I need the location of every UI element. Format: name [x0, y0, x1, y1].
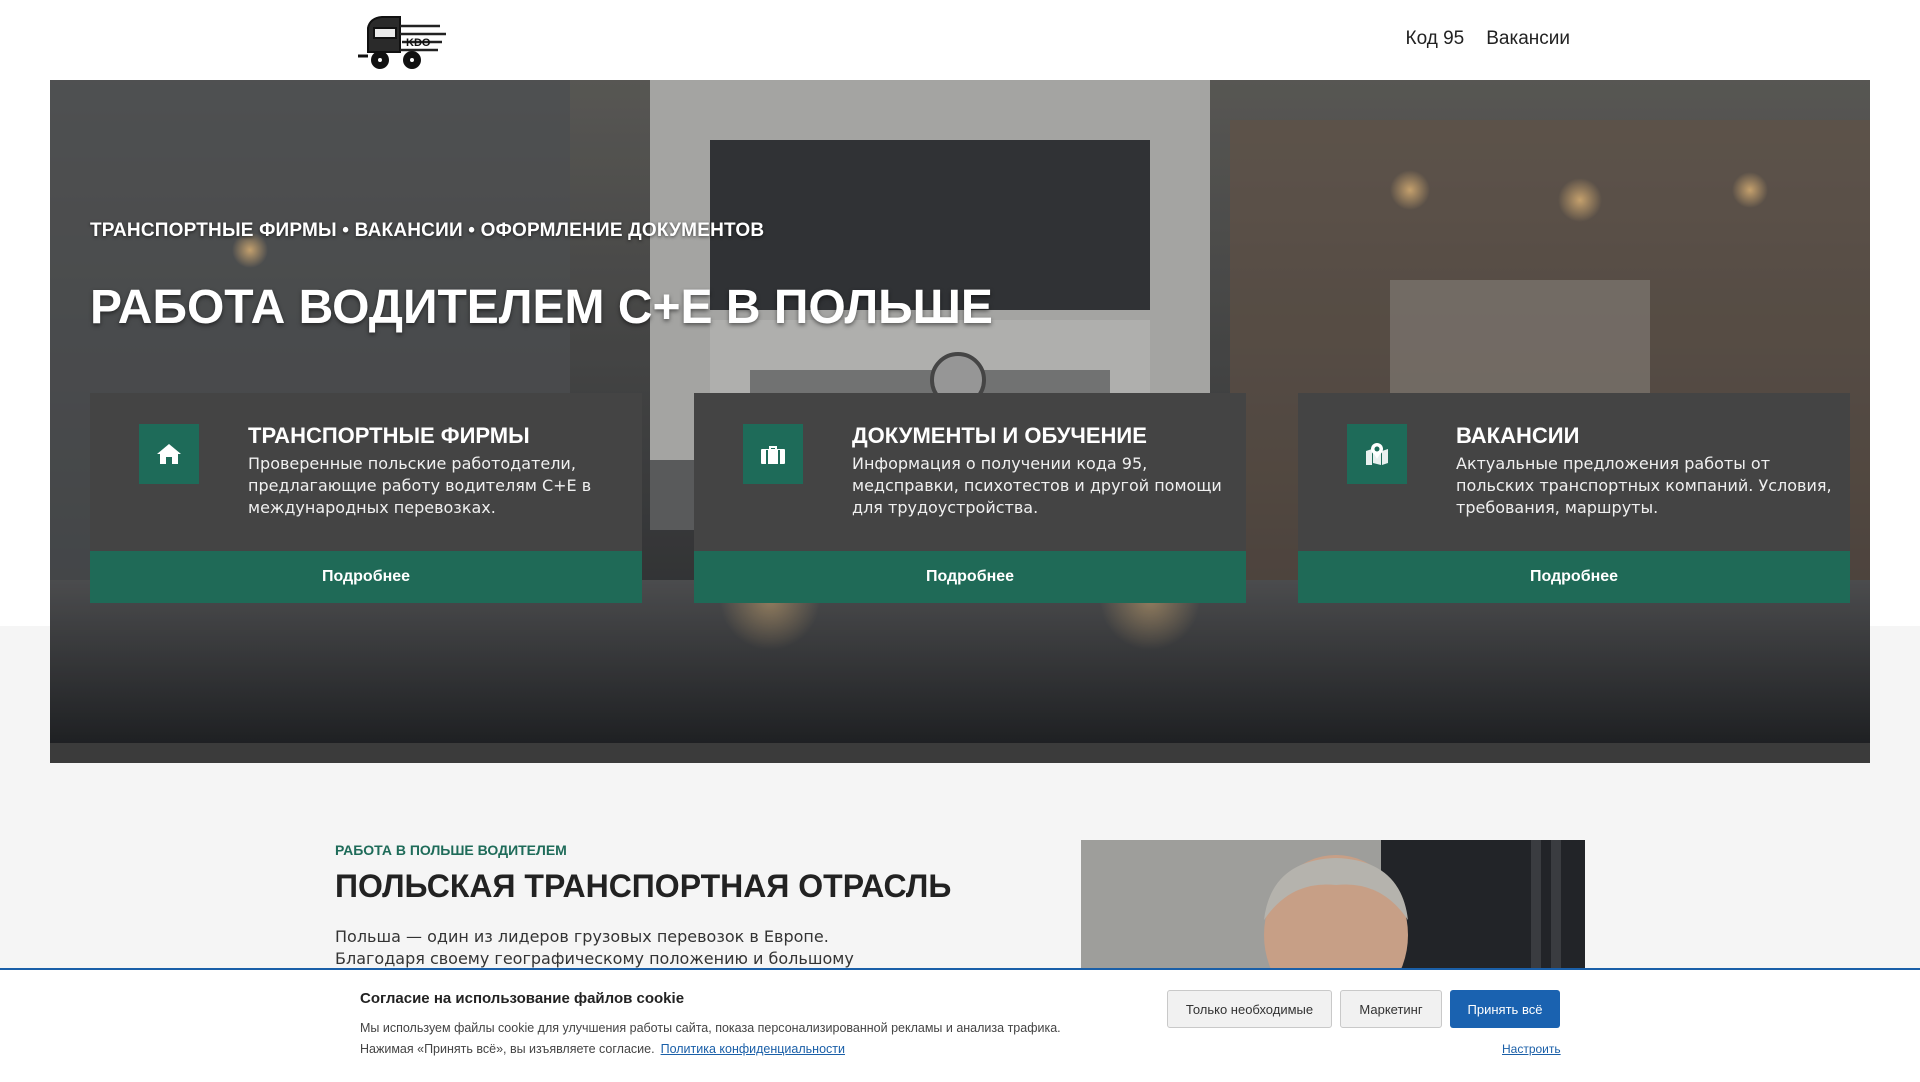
map-pin-icon: [1347, 424, 1407, 484]
card-title: ВАКАНСИИ: [1456, 423, 1580, 448]
more-button[interactable]: Подробнее: [90, 551, 642, 603]
card-documents: ДОКУМЕНТЫ И ОБУЧЕНИЕ Информация о получе…: [694, 393, 1246, 603]
hero-subtitle: ТРАНСПОРТНЫЕ ФИРМЫ • ВАКАНСИИ • ОФОРМЛЕН…: [90, 220, 765, 241]
accept-all-button[interactable]: Принять всё: [1450, 990, 1560, 1028]
cookie-text-line1: Мы используем файлы cookie для улучшения…: [360, 1021, 1061, 1035]
cookie-title: Согласие на использование файлов cookie: [360, 990, 685, 1007]
configure-link[interactable]: Настроить: [1502, 1042, 1561, 1056]
nav-link-kod95[interactable]: Код 95: [1406, 28, 1465, 50]
card-title: ДОКУМЕНТЫ И ОБУЧЕНИЕ: [852, 423, 1147, 448]
more-button[interactable]: Подробнее: [694, 551, 1246, 603]
privacy-policy-link[interactable]: Политика конфиденциальности: [661, 1042, 845, 1056]
card-title: ТРАНСПОРТНЫЕ ФИРМЫ: [248, 423, 530, 448]
card-text: Информация о получении кода 95, медсправ…: [852, 454, 1222, 517]
site-header: KDO Код 95 Вакансии: [0, 0, 1920, 80]
cookie-banner: Согласие на использование файлов cookie …: [0, 968, 1920, 1082]
hero-section: ТРАНСПОРТНЫЕ ФИРМЫ • ВАКАНСИИ • ОФОРМЛЕН…: [50, 80, 1870, 763]
nav-link-vacancies[interactable]: Вакансии: [1486, 28, 1570, 50]
cookie-text: Мы используем файлы cookie для улучшения…: [360, 1018, 1120, 1060]
card-text: Актуальные предложения работы от польски…: [1456, 454, 1832, 517]
svg-text:KDO: KDO: [406, 37, 431, 49]
hero-bottom-strip: [50, 743, 1870, 763]
site-logo[interactable]: KDO: [350, 6, 450, 72]
briefcase-icon: [743, 424, 803, 484]
card-text: Проверенные польские работодатели, предл…: [248, 454, 592, 517]
card-transport-firms: ТРАНСПОРТНЫЕ ФИРМЫ Проверенные польские …: [90, 393, 642, 603]
section-kicker: РАБОТА В ПОЛЬШЕ ВОДИТЕЛЕМ: [335, 842, 567, 858]
main-nav: Код 95 Вакансии: [1406, 0, 1570, 78]
driver-photo: [1081, 840, 1585, 980]
marketing-button[interactable]: Маркетинг: [1340, 990, 1442, 1028]
hero-title: РАБОТА ВОДИТЕЛЕМ С+Е В ПОЛЬШЕ: [90, 281, 993, 334]
section-title: ПОЛЬСКАЯ ТРАНСПОРТНАЯ ОТРАСЛЬ: [335, 868, 952, 904]
necessary-only-button[interactable]: Только необходимые: [1167, 990, 1332, 1028]
home-icon: [139, 424, 199, 484]
cookie-text-line2: Нажимая «Принять всё», вы изъявляете сог…: [360, 1042, 655, 1056]
card-vacancies: ВАКАНСИИ Актуальные предложения работы о…: [1298, 393, 1850, 603]
more-button[interactable]: Подробнее: [1298, 551, 1850, 603]
